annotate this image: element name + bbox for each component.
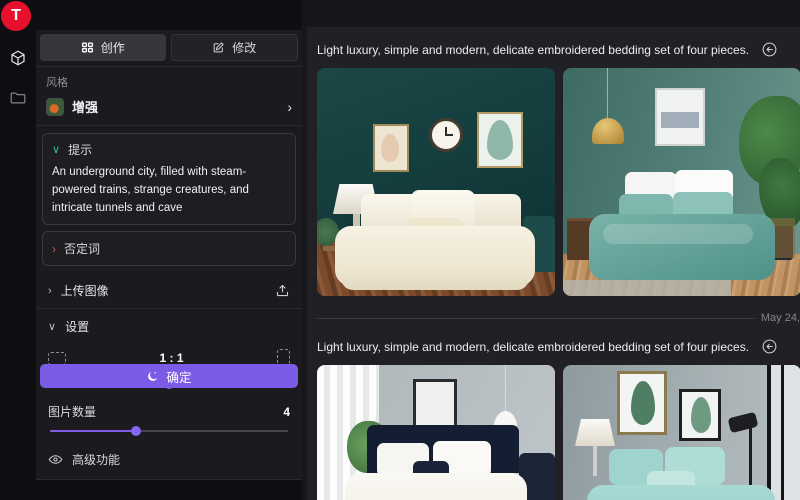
chevron-down-icon: ∨ [52,143,60,156]
confirm-button[interactable]: 确定 [40,364,298,388]
advanced-label: 高级功能 [72,451,120,468]
image-count-row: 图片数量 4 [48,403,290,420]
generated-image-2[interactable] [563,68,800,296]
moon-icon [146,370,159,383]
panel-card: 创作 修改 风格 增强 › ∨ 提示 [36,30,302,480]
count-slider-thumb[interactable] [131,426,141,436]
advanced-features-row[interactable]: 高级功能 [36,440,302,479]
style-label: 风格 [46,74,292,90]
prompt-input[interactable]: An underground city, filled with steam-p… [52,164,286,217]
generation-panel: 创作 修改 风格 增强 › ∨ 提示 [36,0,302,500]
style-section: 风格 增强 › [36,67,302,125]
reuse-prompt-icon[interactable] [761,338,778,355]
style-selector[interactable]: 增强 › [46,97,292,116]
landscape-icon[interactable] [48,352,66,365]
duvet-fold [341,262,529,290]
feed-prompt-1: Light luxury, simple and modern, delicat… [317,43,749,57]
style-value: 增强 [72,97,287,116]
image-row-1 [317,68,800,296]
reuse-prompt-icon[interactable] [761,41,778,58]
mode-tabs: 创作 修改 [36,30,302,66]
nav-rail: T [0,0,36,500]
grid-icon [81,41,94,54]
chevron-down-icon: ∨ [48,320,56,333]
results-feed: Light luxury, simple and modern, delicat… [307,27,800,500]
lamp-pole [593,446,597,476]
duvet [587,485,775,500]
tab-modify[interactable]: 修改 [171,34,299,61]
chevron-right-icon: › [287,100,292,114]
tab-create[interactable]: 创作 [40,34,166,61]
tab-modify-label: 修改 [232,39,256,56]
settings-label: 设置 [65,318,89,335]
settings-body: 1 : 1 图片数量 4 [36,337,302,440]
cube-nav-icon[interactable] [8,48,28,68]
prompt-label: 提示 [68,141,92,158]
table-lamp [575,419,615,446]
feed-prompt-2: Light luxury, simple and modern, delicat… [317,340,749,354]
tab-create-label: 创作 [101,39,125,56]
style-thumbnail [46,98,64,116]
image-count-value: 4 [283,405,290,419]
generated-image-1[interactable] [317,68,555,296]
pendant-cord [607,68,608,122]
frame-art [661,112,699,128]
chevron-right-icon: › [52,242,56,256]
negative-box[interactable]: › 否定词 [42,231,296,266]
date-divider: May 24, [317,312,800,324]
negative-header[interactable]: › 否定词 [52,240,286,257]
rug [563,280,731,296]
feather-art [381,134,399,162]
upload-icon[interactable] [275,283,290,298]
prompt-box[interactable]: ∨ 提示 An underground city, filled with st… [42,133,296,225]
image-count-label: 图片数量 [48,403,96,420]
chevron-right-icon: › [48,285,52,297]
confirm-label: 确定 [166,367,191,386]
generated-image-4[interactable] [563,365,800,500]
feed-group-1-header: Light luxury, simple and modern, delicat… [317,39,800,68]
leaf-art [691,397,711,433]
duvet [345,473,527,500]
clock-hand [446,134,453,136]
brand-avatar[interactable]: T [1,1,31,31]
edit-icon [212,41,225,54]
upload-label: 上传图像 [61,282,109,299]
pendant-cord [505,365,506,415]
duvet-sheen [603,224,753,244]
app-window: T 创作 修改 风格 [0,0,800,500]
feed-group-2-header: Light luxury, simple and modern, delicat… [317,336,800,365]
generated-image-3[interactable] [317,365,555,500]
divider-line [317,318,755,319]
eye-icon [48,452,63,467]
settings-header[interactable]: ∨ 设置 [36,309,302,337]
image-row-2 [317,365,800,500]
folder-nav-icon[interactable] [8,88,28,108]
negative-label: 否定词 [64,240,100,257]
divider [36,479,302,480]
prompt-header[interactable]: ∨ 提示 [52,141,286,158]
window-frame [781,365,784,500]
upload-image-row[interactable]: › 上传图像 [36,273,302,308]
divider [36,125,302,126]
date-label: May 24, [761,312,800,324]
image-count-slider[interactable] [50,426,288,436]
